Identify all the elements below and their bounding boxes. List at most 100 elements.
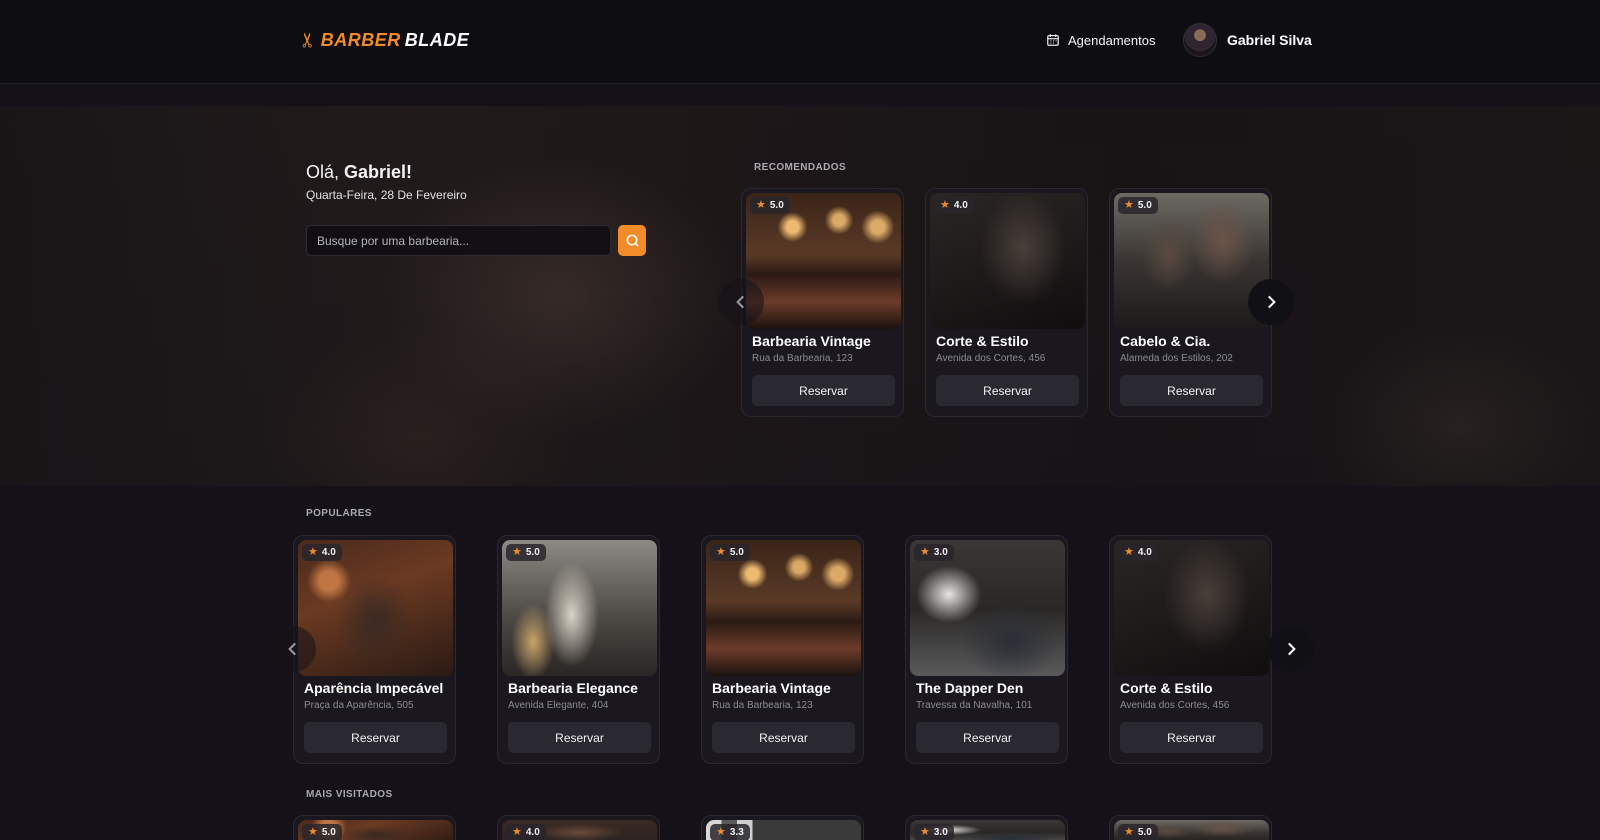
appointments-label: Agendamentos (1068, 32, 1156, 48)
reserve-button[interactable]: Reservar (752, 375, 895, 406)
popular-card[interactable]: ★ 3.0 The Dapper Den Travessa da Navalha,… (905, 535, 1068, 764)
reserve-button[interactable]: Reservar (1120, 722, 1263, 753)
recommended-prev-button[interactable] (718, 279, 764, 325)
rating-badge: ★ 5.0 (750, 197, 790, 214)
rating-badge: ★ 3.0 (914, 544, 954, 561)
rating-value: 5.0 (1137, 200, 1152, 211)
user-name: Gabriel Silva (1227, 32, 1312, 48)
reserve-button[interactable]: Reservar (916, 722, 1059, 753)
rating-badge: ★ 5.0 (1118, 824, 1158, 840)
star-icon: ★ (512, 826, 522, 838)
star-icon: ★ (716, 546, 726, 558)
rating-value: 3.0 (933, 827, 948, 838)
star-icon: ★ (920, 826, 930, 838)
greeting-name: Gabriel! (344, 162, 413, 182)
reserve-button[interactable]: Reservar (1120, 375, 1263, 406)
chevron-right-icon (1288, 642, 1296, 656)
rating-badge: ★ 5.0 (506, 544, 546, 561)
logo-word-barber: BARBER (320, 29, 401, 50)
barbershop-name: Barbearia Vintage (752, 333, 871, 349)
reserve-button[interactable]: Reservar (304, 722, 447, 753)
most-visited-card[interactable]: ★ 4.0 (497, 815, 660, 840)
scissors-icon: ✂ (297, 31, 320, 49)
user-menu[interactable]: Gabriel Silva (1183, 22, 1312, 58)
barbershop-name: The Dapper Den (916, 680, 1024, 696)
star-icon: ★ (940, 199, 950, 211)
rating-value: 3.3 (729, 827, 744, 838)
avatar (1183, 23, 1217, 57)
greeting: Olá, Gabriel! (306, 162, 412, 183)
rating-value: 5.0 (525, 547, 540, 558)
rating-badge: ★ 4.0 (1118, 544, 1158, 561)
greeting-prefix: Olá, (306, 162, 340, 182)
recommended-card[interactable]: ★ 5.0 Barbearia Vintage Rua da Barbearia,… (741, 188, 904, 417)
rating-badge: ★ 4.0 (506, 824, 546, 840)
rating-value: 4.0 (525, 827, 540, 838)
chevron-left-icon (736, 295, 744, 309)
search-input[interactable] (306, 225, 611, 256)
star-icon: ★ (1124, 199, 1134, 211)
rating-badge: ★ 3.3 (710, 824, 750, 840)
search-icon (626, 234, 639, 247)
barbershop-name: Corte & Estilo (936, 333, 1029, 349)
most-visited-section-title: MAIS VISITADOS (306, 789, 393, 800)
barbershop-address: Avenida Elegante, 404 (508, 700, 609, 711)
star-icon: ★ (1124, 546, 1134, 558)
current-date: Quarta-Feira, 28 De Fevereiro (306, 188, 467, 202)
barbershop-address: Alameda dos Estilos, 202 (1120, 353, 1233, 364)
rating-value: 4.0 (1137, 547, 1152, 558)
barbershop-name: Corte & Estilo (1120, 680, 1213, 696)
recommended-card[interactable]: ★ 4.0 Corte & Estilo Avenida dos Cortes, … (925, 188, 1088, 417)
popular-card[interactable]: ★ 5.0 Barbearia Elegance Avenida Elegante… (497, 535, 660, 764)
rating-value: 5.0 (769, 200, 784, 211)
star-icon: ★ (920, 546, 930, 558)
most-visited-card[interactable]: ★ 3.0 (905, 815, 1068, 840)
rating-badge: ★ 5.0 (1118, 197, 1158, 214)
calendar-icon (1047, 34, 1059, 46)
rating-badge: ★ 5.0 (302, 824, 342, 840)
barbershop-name: Barbearia Elegance (508, 680, 638, 696)
popular-section-title: POPULARES (306, 508, 372, 519)
reserve-button[interactable]: Reservar (936, 375, 1079, 406)
popular-card[interactable]: ★ 4.0 Aparência Impecável Praça da Aparên… (293, 535, 456, 764)
barbershop-address: Rua da Barbearia, 123 (752, 353, 853, 364)
popular-card[interactable]: ★ 4.0 Corte & Estilo Avenida dos Cortes, … (1109, 535, 1272, 764)
top-header: ✂ BARBER BLADE Agendamentos Gabriel Silv… (0, 0, 1600, 84)
popular-card[interactable]: ★ 5.0 Barbearia Vintage Rua da Barbearia,… (701, 535, 864, 764)
most-visited-card[interactable]: ★ 5.0 (1109, 815, 1272, 840)
barbershop-address: Avenida dos Cortes, 456 (936, 353, 1046, 364)
reserve-button[interactable]: Reservar (712, 722, 855, 753)
barber-blade-logo[interactable]: ✂ BARBER BLADE (297, 28, 470, 52)
rating-value: 5.0 (321, 827, 336, 838)
reserve-button[interactable]: Reservar (508, 722, 651, 753)
star-icon: ★ (512, 546, 522, 558)
popular-next-button[interactable] (1268, 626, 1314, 672)
rating-value: 5.0 (729, 547, 744, 558)
barbershop-name: Cabelo & Cia. (1120, 333, 1211, 349)
logo-word-blade: BLADE (404, 29, 470, 50)
search-button[interactable] (618, 225, 646, 256)
barbershop-address: Rua da Barbearia, 123 (712, 700, 813, 711)
star-icon: ★ (716, 826, 726, 838)
most-visited-card[interactable]: ★ 3.3 (701, 815, 864, 840)
rating-value: 5.0 (1137, 827, 1152, 838)
rating-badge: ★ 4.0 (302, 544, 342, 561)
barbershop-address: Praça da Aparência, 505 (304, 700, 414, 711)
rating-badge: ★ 5.0 (710, 544, 750, 561)
barbershop-address: Avenida dos Cortes, 456 (1120, 700, 1230, 711)
barbershop-name: Barbearia Vintage (712, 680, 831, 696)
rating-value: 3.0 (933, 547, 948, 558)
most-visited-card[interactable]: ★ 5.0 (293, 815, 456, 840)
star-icon: ★ (308, 546, 318, 558)
star-icon: ★ (756, 199, 766, 211)
star-icon: ★ (308, 826, 318, 838)
appointments-link[interactable]: Agendamentos (1046, 28, 1155, 52)
rating-badge: ★ 4.0 (934, 197, 974, 214)
recommended-section-title: RECOMENDADOS (754, 162, 847, 173)
rating-value: 4.0 (321, 547, 336, 558)
rating-badge: ★ 3.0 (914, 824, 954, 840)
rating-value: 4.0 (953, 200, 968, 211)
star-icon: ★ (1124, 826, 1134, 838)
recommended-next-button[interactable] (1248, 279, 1294, 325)
popular-prev-button[interactable] (270, 626, 316, 672)
